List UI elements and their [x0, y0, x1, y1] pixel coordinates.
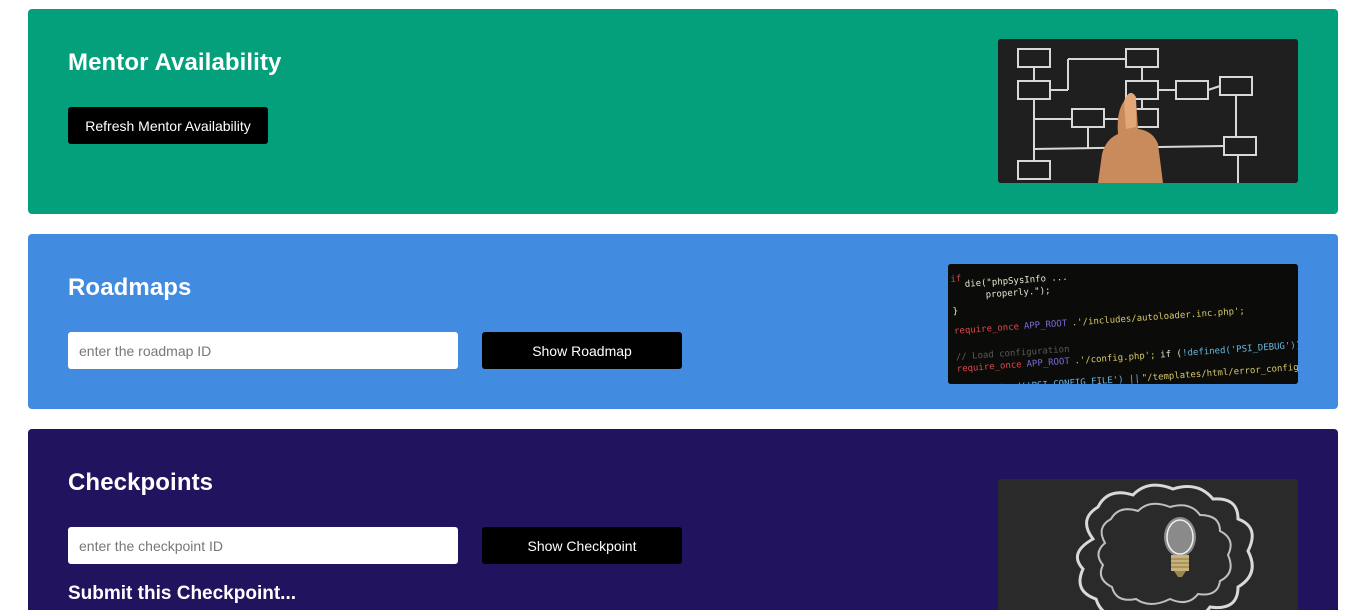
refresh-mentor-availability-button[interactable]: Refresh Mentor Availability	[68, 107, 268, 144]
flowchart-hand-image	[998, 39, 1298, 183]
svg-text:if (: if (	[1160, 349, 1182, 360]
submit-checkpoint-heading: Submit this Checkpoint...	[68, 583, 297, 604]
lightbulb-chalk-image	[998, 479, 1298, 610]
mentor-availability-title: Mentor Availability	[68, 49, 282, 76]
roadmap-id-input[interactable]	[68, 332, 458, 369]
roadmaps-panel: Roadmaps Show Roadmap if die("phpSysInfo…	[28, 234, 1338, 409]
roadmaps-title: Roadmaps	[68, 274, 192, 301]
show-roadmap-button[interactable]: Show Roadmap	[482, 332, 682, 369]
mentor-availability-panel: Mentor Availability Refresh Mentor Avail…	[28, 9, 1338, 214]
svg-text:}: }	[952, 306, 958, 316]
checkpoints-title: Checkpoints	[68, 469, 214, 496]
checkpoint-id-input[interactable]	[68, 527, 458, 564]
show-checkpoint-button[interactable]: Show Checkpoint	[482, 527, 682, 564]
svg-text:if: if	[950, 274, 962, 285]
checkpoints-panel: Checkpoints Show Checkpoint Submit this …	[28, 429, 1338, 610]
code-screen-image: if die("phpSysInfo ... properly."); } re…	[948, 264, 1298, 384]
